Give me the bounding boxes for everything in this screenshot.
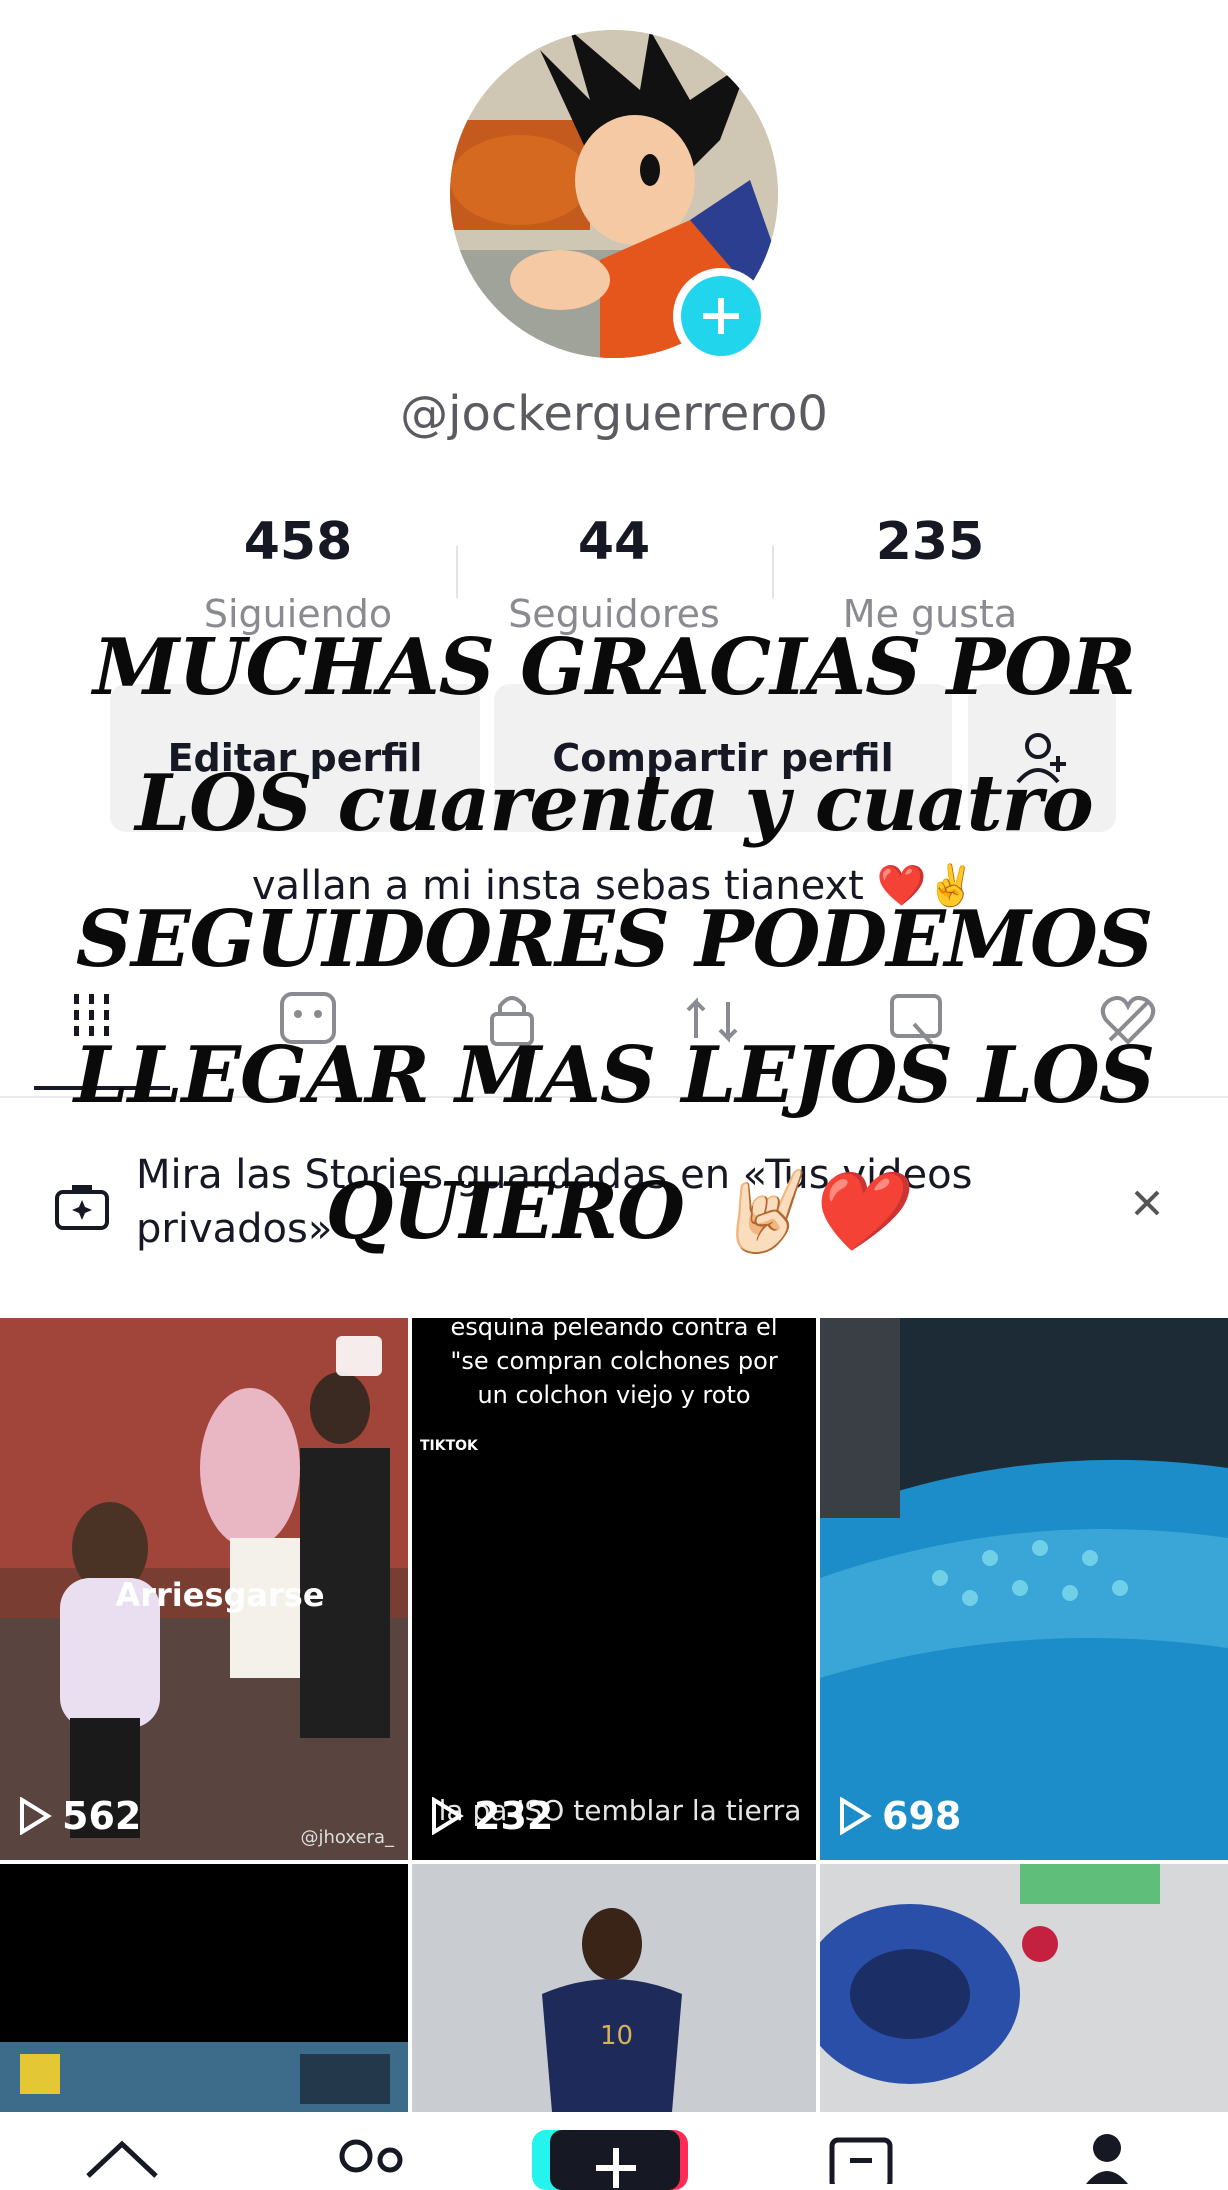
friends-icon[interactable] [334, 2134, 410, 2174]
view-count-value: 232 [474, 1794, 554, 1838]
video-watermark: TIKTOK [420, 1438, 478, 1454]
plus-icon [596, 2148, 636, 2188]
likes-count[interactable]: 235 [780, 512, 1080, 572]
view-count: 562 [18, 1794, 141, 1838]
view-count-value: 562 [62, 1794, 142, 1838]
stat-divider [456, 546, 458, 598]
video-thumbnail[interactable]: 10 [412, 1864, 816, 2112]
play-icon [840, 1797, 872, 1835]
followers-count[interactable]: 44 [464, 512, 764, 572]
play-icon [20, 1797, 52, 1835]
video-thumbnail[interactable]: esquina peleando contra el "se compran c… [412, 1318, 816, 1860]
username: @jockerguerrero0 [400, 386, 828, 442]
overlay-caption: MUCHAS GRACIAS POR LOS cuarenta y cuatro… [73, 622, 1155, 1257]
svg-text:10: 10 [600, 2021, 633, 2051]
view-count: 232 [430, 1794, 553, 1838]
inbox-icon[interactable] [826, 2134, 896, 2184]
following-count[interactable]: 458 [148, 512, 448, 572]
view-count: 698 [838, 1794, 961, 1838]
home-icon[interactable] [82, 2136, 162, 2184]
profile-icon[interactable] [1084, 2132, 1130, 2184]
add-story-button[interactable] [673, 268, 769, 364]
video-thumbnail[interactable] [820, 1864, 1228, 2112]
view-count-value: 698 [882, 1794, 962, 1838]
video-watermark: @jhoxera_ [300, 1827, 394, 1848]
create-button[interactable] [532, 2130, 688, 2190]
play-icon [432, 1797, 464, 1835]
video-caption: esquina peleando contra el "se compran c… [450, 1318, 778, 1409]
stat-divider [772, 546, 774, 598]
bottom-nav [0, 2112, 1228, 2190]
video-thumbnail[interactable] [0, 1864, 408, 2112]
plus-icon [703, 298, 739, 334]
video-thumbnail[interactable]: Arriesgarse @jhoxera_ 562 [0, 1318, 408, 1860]
video-caption: Arriesgarse [115, 1576, 325, 1614]
video-thumbnail[interactable]: 698 [820, 1318, 1228, 1860]
